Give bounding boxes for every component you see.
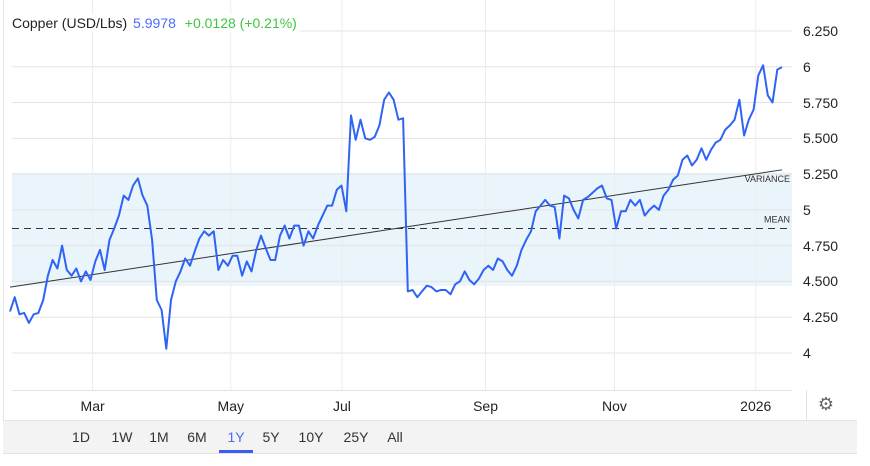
range-selector: 1D 1W 1M 6M 1Y 5Y 10Y 25Y All (3, 420, 857, 454)
y-tick-label: 6.250 (803, 23, 839, 39)
price-change: +0.0128 (+0.21%) (184, 15, 297, 31)
y-tick-label: 4 (803, 344, 811, 361)
y-tick-label: 5.750 (803, 94, 839, 111)
x-tick-label: Mar (80, 398, 105, 414)
range-button-5y[interactable]: 5Y (258, 421, 284, 451)
x-tick-label: May (217, 398, 245, 414)
range-button-1w[interactable]: 1W (107, 421, 137, 451)
chart-left-border (3, 0, 4, 420)
gear-icon[interactable]: ⚙ (816, 394, 836, 414)
x-tick-label: 2026 (740, 398, 772, 414)
x-axis-line (12, 390, 792, 391)
range-button-1d[interactable]: 1D (67, 421, 95, 451)
range-button-10y[interactable]: 10Y (295, 421, 327, 451)
mean-label: MEAN (764, 214, 790, 224)
y-tick-label: 4.250 (803, 309, 839, 326)
instrument-name: Copper (USD/Lbs) (12, 15, 128, 31)
x-tick-label: Nov (602, 398, 627, 414)
x-tick-label: Jul (333, 398, 351, 414)
y-tick-label: 6 (803, 58, 811, 75)
range-button-1m[interactable]: 1M (145, 421, 173, 451)
x-tick-label: Sep (473, 398, 499, 414)
chart-title: Copper (USD/Lbs) 5.9978 +0.0128 (+0.21%) (9, 14, 300, 32)
variance-label: VARIANCE (745, 174, 790, 184)
range-button-25y[interactable]: 25Y (339, 421, 373, 451)
range-button-all[interactable]: All (383, 421, 407, 451)
axis-divider (806, 390, 807, 420)
current-price: 5.9978 (133, 15, 176, 31)
range-button-1y[interactable]: 1Y (219, 421, 253, 453)
y-tick-label: 5.250 (803, 166, 839, 183)
y-tick-label: 5.500 (803, 130, 839, 147)
price-chart[interactable]: MEAN VARIANCE (0, 0, 870, 466)
y-tick-label: 4.750 (803, 237, 839, 254)
y-tick-label: 4.500 (803, 273, 839, 290)
range-button-6m[interactable]: 6M (183, 421, 211, 451)
y-tick-label: 5 (803, 201, 811, 218)
